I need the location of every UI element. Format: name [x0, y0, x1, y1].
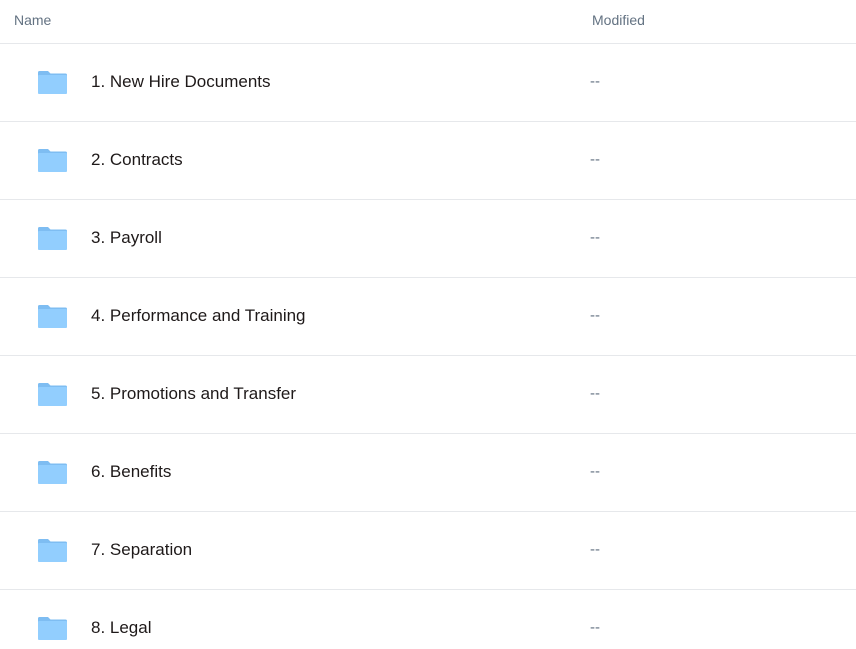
folder-rows: 1. New Hire Documents -- 2. Contracts --…	[0, 44, 856, 649]
folder-modified: --	[590, 307, 600, 324]
modified-column-header[interactable]: Modified	[592, 12, 645, 28]
folder-row-promotions-and-transfer[interactable]: 5. Promotions and Transfer --	[0, 356, 856, 434]
folder-icon	[37, 616, 68, 641]
folder-icon	[37, 70, 68, 95]
folder-row-separation[interactable]: 7. Separation --	[0, 512, 856, 590]
folder-name[interactable]: 4. Performance and Training	[91, 306, 306, 326]
name-column-header[interactable]: Name	[14, 12, 51, 28]
folder-row-benefits[interactable]: 6. Benefits --	[0, 434, 856, 512]
folder-row-payroll[interactable]: 3. Payroll --	[0, 200, 856, 278]
folder-modified: --	[590, 229, 600, 246]
folder-name[interactable]: 6. Benefits	[91, 462, 171, 482]
folder-modified: --	[590, 619, 600, 636]
folder-modified: --	[590, 151, 600, 168]
folder-icon	[37, 304, 68, 329]
folder-row-new-hire-documents[interactable]: 1. New Hire Documents --	[0, 44, 856, 122]
folder-row-contracts[interactable]: 2. Contracts --	[0, 122, 856, 200]
folder-modified: --	[590, 385, 600, 402]
folder-icon	[37, 148, 68, 173]
folder-name[interactable]: 7. Separation	[91, 540, 192, 560]
folder-modified: --	[590, 73, 600, 90]
folder-name[interactable]: 2. Contracts	[91, 150, 183, 170]
file-list: Name Modified 1. New Hire Documents -- 2…	[0, 0, 856, 649]
folder-icon	[37, 226, 68, 251]
folder-name[interactable]: 8. Legal	[91, 618, 152, 638]
folder-modified: --	[590, 541, 600, 558]
folder-name[interactable]: 5. Promotions and Transfer	[91, 384, 296, 404]
folder-row-performance-and-training[interactable]: 4. Performance and Training --	[0, 278, 856, 356]
folder-name[interactable]: 3. Payroll	[91, 228, 162, 248]
folder-icon	[37, 460, 68, 485]
list-header: Name Modified	[0, 0, 856, 44]
folder-icon	[37, 538, 68, 563]
folder-modified: --	[590, 463, 600, 480]
folder-icon	[37, 382, 68, 407]
folder-row-legal[interactable]: 8. Legal --	[0, 590, 856, 649]
folder-name[interactable]: 1. New Hire Documents	[91, 72, 271, 92]
